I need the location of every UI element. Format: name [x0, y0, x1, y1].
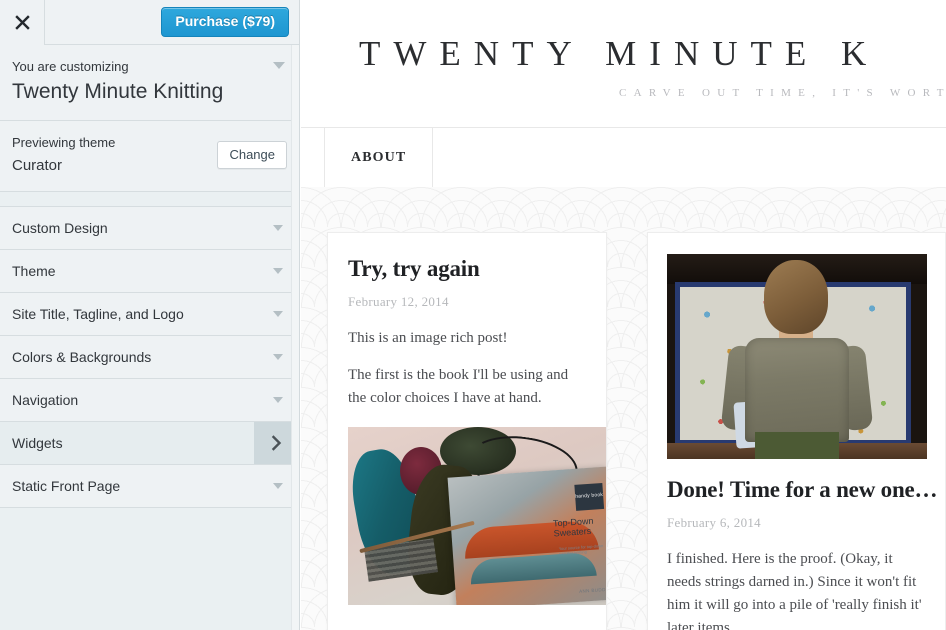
- sidebar-item-label: Static Front Page: [12, 478, 121, 495]
- post-paragraph: This is an image rich post!: [348, 329, 508, 346]
- change-theme-button[interactable]: Change: [217, 140, 287, 169]
- sidebar-spacer: [0, 192, 299, 207]
- chevron-down-icon[interactable]: [273, 311, 283, 318]
- site-title: TWENTY MINUTE K: [359, 34, 880, 73]
- sidebar-item-custom-design[interactable]: Custom Design: [0, 207, 299, 251]
- sidebar-item-label: Widgets: [12, 435, 63, 452]
- post-paragraph: I finished. Here is the proof. (Okay, it…: [667, 550, 922, 630]
- post-title[interactable]: Done! Time for a new one…: [667, 476, 938, 504]
- child-pants: [755, 432, 839, 459]
- close-x-icon[interactable]: [0, 0, 45, 45]
- site-name-heading: Twenty Minute Knitting: [12, 79, 224, 103]
- chevron-down-icon[interactable]: [273, 225, 283, 232]
- customizer-screen: Purchase ($79) You are customizing Twent…: [0, 0, 946, 630]
- posts-area: Try, try again February 12, 2014 This is…: [301, 187, 946, 630]
- theme-preview: TWENTY MINUTE K CARVE OUT TIME, IT'S WOR…: [301, 0, 946, 630]
- sidebar-item-label: Custom Design: [12, 220, 108, 237]
- sidebar-item-label: Colors & Backgrounds: [12, 349, 152, 366]
- chevron-down-icon[interactable]: [273, 483, 283, 490]
- sidebar-item-label: Site Title, Tagline, and Logo: [12, 306, 184, 323]
- sidebar-item-site-title-tagline-and-logo[interactable]: Site Title, Tagline, and Logo: [0, 293, 299, 337]
- book-title-text: Top-Down Sweaters: [552, 516, 594, 540]
- sidebar-item-static-front-page[interactable]: Static Front Page: [0, 465, 299, 509]
- book-author-text: ANN BUDD: [578, 587, 606, 595]
- customizing-eyebrow: You are customizing: [12, 59, 129, 74]
- site-tagline: CARVE OUT TIME, IT'S WORTH: [619, 87, 946, 99]
- sidebar-scrollbar[interactable]: [291, 45, 299, 630]
- sidebar-item-colors-backgrounds[interactable]: Colors & Backgrounds: [0, 336, 299, 380]
- chevron-down-icon[interactable]: [273, 62, 285, 69]
- purchase-button[interactable]: Purchase ($79): [161, 6, 289, 38]
- book-subtitle-text: Your source for top-down sweater knittin…: [558, 543, 604, 557]
- previewing-theme-section: Previewing theme Curator Change: [0, 120, 299, 193]
- sidebar-item-widgets[interactable]: Widgets: [0, 422, 299, 466]
- purchase-button-container: Purchase ($79): [45, 6, 299, 38]
- book-brand-label: handy book: [574, 483, 605, 512]
- post-date: February 6, 2014: [667, 514, 761, 530]
- customizer-menu: Custom Design Theme Site Title, Tagline, a…: [0, 206, 299, 509]
- customizing-section: You are customizing Twenty Minute Knitti…: [0, 45, 299, 121]
- post-date: February 12, 2014: [348, 293, 449, 309]
- chevron-down-icon[interactable]: [273, 268, 283, 275]
- sidebar-item-label: Theme: [12, 263, 56, 280]
- post-title[interactable]: Try, try again: [348, 255, 586, 283]
- chevron-down-icon[interactable]: [273, 397, 283, 404]
- nav-item-about[interactable]: ABOUT: [324, 128, 434, 187]
- sidebar-item-label: Navigation: [12, 392, 79, 409]
- yarn-and-book-photo: handy book Top-Down Sweaters Your source…: [348, 427, 606, 606]
- child-head: [764, 260, 828, 334]
- sidebar-item-theme[interactable]: Theme: [0, 250, 299, 294]
- customizer-sidebar: Purchase ($79) You are customizing Twent…: [0, 0, 300, 630]
- site-navigation: ABOUT: [301, 127, 946, 187]
- post-card[interactable]: Try, try again February 12, 2014 This is…: [327, 232, 607, 630]
- knitted-sweater: [745, 338, 849, 442]
- sidebar-item-navigation[interactable]: Navigation: [0, 379, 299, 423]
- customizer-topbar: Purchase ($79): [0, 0, 299, 45]
- chevron-down-icon[interactable]: [273, 354, 283, 361]
- post-card[interactable]: Done! Time for a new one… February 6, 20…: [647, 232, 946, 630]
- post-paragraph: The first is the book I'll be using and …: [348, 366, 569, 407]
- site-header: TWENTY MINUTE K CARVE OUT TIME, IT'S WOR…: [301, 0, 946, 127]
- child-in-sweater-photo: [667, 254, 927, 459]
- knitting-book: handy book Top-Down Sweaters Your source…: [447, 466, 606, 606]
